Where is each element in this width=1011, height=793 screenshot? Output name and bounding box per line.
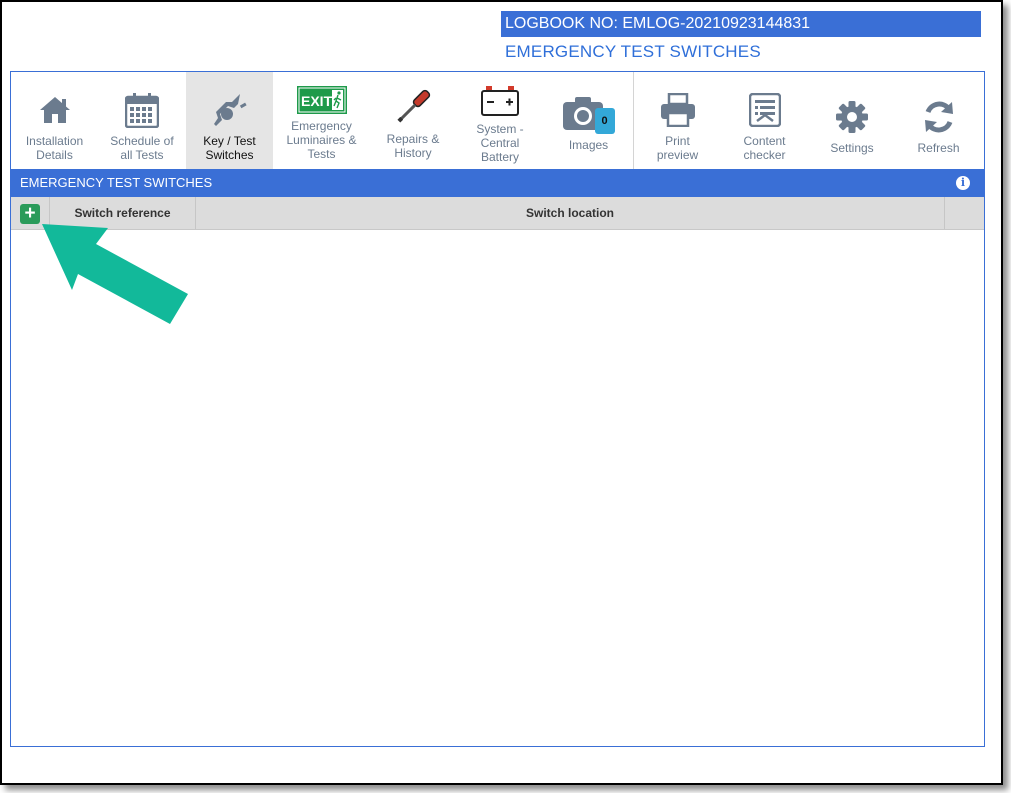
toolbar-system-central-battery[interactable]: System - Central Battery	[456, 72, 544, 169]
toolbar-key-test-switches[interactable]: Key / Test Switches	[186, 72, 273, 169]
key-switch-icon	[213, 94, 247, 126]
toolbar-emergency-luminaires-tests[interactable]: EXIT Emergency Luminaires & Tests	[273, 72, 370, 169]
toolbar-content-checker[interactable]: Content checker	[721, 72, 808, 169]
toolbar-label: Refresh	[917, 141, 960, 155]
toolbar-label: System - Central Battery	[476, 122, 524, 164]
section-title: EMERGENCY TEST SWITCHES	[20, 175, 213, 190]
toolbar-label: Schedule of all Tests	[110, 134, 174, 162]
toolbar-label: Images	[568, 138, 609, 152]
printer-icon	[660, 93, 695, 127]
column-header-actions	[945, 197, 984, 229]
toolbar: Installation Details Schedule of all Tes…	[11, 72, 984, 169]
home-icon	[39, 97, 70, 123]
toolbar-label: Settings	[830, 141, 874, 155]
page-title: EMERGENCY TEST SWITCHES	[505, 42, 761, 61]
toolbar-refresh[interactable]: Refresh	[896, 72, 981, 169]
add-switch-button[interactable]: +	[20, 203, 40, 224]
toolbar-installation-details[interactable]: Installation Details	[11, 72, 98, 169]
app-window: LOGBOOK NO: EMLOG-20210923144831 EMERGEN…	[0, 0, 1003, 785]
exit-sign-text: EXIT	[301, 93, 333, 109]
screwdriver-icon	[397, 89, 431, 123]
logbook-number: LOGBOOK NO: EMLOG-20210923144831	[505, 15, 811, 32]
info-icon[interactable]: i	[956, 176, 970, 190]
section-header: EMERGENCY TEST SWITCHES i	[11, 169, 984, 197]
toolbar-settings[interactable]: Settings	[808, 72, 896, 169]
logbook-number-bar: LOGBOOK NO: EMLOG-20210923144831	[501, 11, 981, 37]
toolbar-repairs-history[interactable]: Repairs & History	[370, 72, 456, 169]
toolbar-images[interactable]: 0 Images	[544, 72, 633, 169]
main-panel: Installation Details Schedule of all Tes…	[10, 71, 985, 747]
exit-sign-icon: EXIT	[296, 86, 347, 114]
gear-icon	[836, 101, 868, 133]
pointer-arrow	[42, 224, 188, 324]
calendar-icon	[125, 93, 159, 128]
toolbar-label: Emergency Luminaires & Tests	[286, 119, 357, 161]
images-count-badge: 0	[594, 108, 615, 134]
toolbar-label: Repairs & History	[386, 132, 440, 160]
toolbar-schedule-of-all-tests[interactable]: Schedule of all Tests	[98, 72, 186, 169]
toolbar-label: Installation Details	[25, 134, 84, 162]
column-header-switch-location[interactable]: Switch location	[196, 197, 945, 229]
toolbar-label: Key / Test Switches	[203, 134, 256, 162]
toolbar-print-preview[interactable]: Print preview	[634, 72, 721, 169]
battery-icon	[481, 86, 519, 116]
toolbar-label: Content checker	[743, 134, 786, 162]
refresh-icon	[924, 101, 953, 133]
toolbar-label: Print preview	[656, 134, 699, 162]
checklist-icon	[748, 93, 781, 127]
